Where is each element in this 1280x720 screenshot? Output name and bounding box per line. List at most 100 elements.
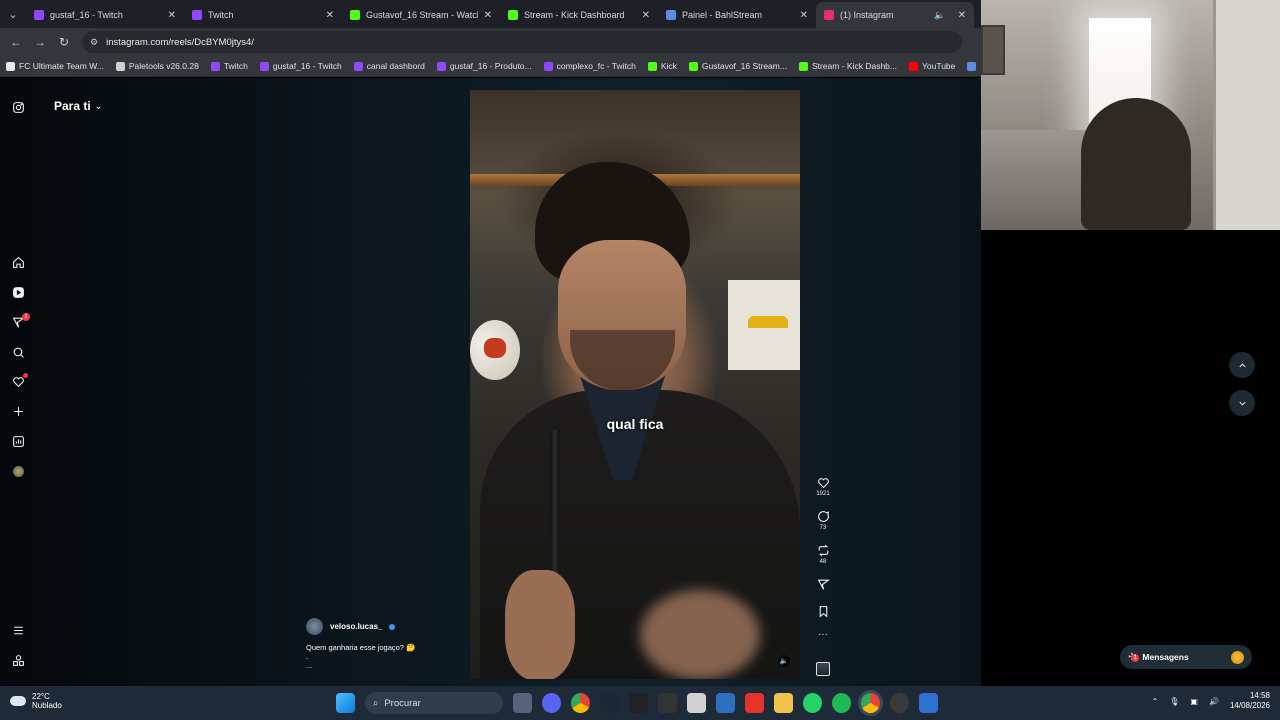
microphone-icon[interactable]: 🎙 <box>1169 697 1179 706</box>
direct-messages-icon[interactable]: 1 <box>11 313 30 330</box>
back-arrow-icon[interactable]: ← <box>6 32 26 52</box>
chrome-icon[interactable] <box>571 693 590 713</box>
close-tab-icon[interactable]: ✕ <box>958 10 966 21</box>
audio-thumbnail[interactable] <box>816 662 830 676</box>
tab-audio-icon[interactable]: 🔈 <box>934 10 945 21</box>
site-info-icon[interactable]: ⚙ <box>90 37 98 48</box>
browser-tab[interactable]: Twitch ✕ <box>184 2 342 28</box>
notification-dot <box>23 373 28 378</box>
dashboard-icon[interactable] <box>11 434 26 449</box>
bookmark-favicon-icon <box>543 61 553 71</box>
repost-button[interactable]: 48 <box>812 544 834 565</box>
tab-title: Gustavof_16 Stream - Watch Li <box>366 10 478 20</box>
mute-icon[interactable]: 🔈 <box>778 655 790 667</box>
weather-widget[interactable]: 22°C Nublado <box>10 692 62 710</box>
more-options-icon[interactable]: ··· <box>812 630 834 640</box>
epic-games-icon[interactable] <box>658 693 677 713</box>
messages-label: Mensagens <box>1142 652 1189 662</box>
bookmark-item[interactable]: Kick <box>647 61 677 71</box>
chevron-up-icon <box>1238 362 1246 367</box>
browser-tab[interactable]: Painel - BahlStream ✕ <box>658 2 816 28</box>
meta-apps-icon[interactable] <box>11 653 26 668</box>
messages-button[interactable]: ✈1 Mensagens <box>1120 645 1252 669</box>
bookmark-item[interactable]: gustaf_16 - Produto... <box>436 61 532 71</box>
author-name[interactable]: veloso.lucas_ <box>330 622 382 631</box>
volume-icon[interactable]: 🔊 <box>1209 697 1219 706</box>
menu-hamburger-icon[interactable] <box>11 623 26 638</box>
tab-strip: ⌄ gustaf_16 - Twitch ✕ Twitch ✕ Gustavof_16 … <box>0 0 981 28</box>
video-trophy <box>728 280 800 370</box>
bookmark-item[interactable]: Stream - Kick Dashb... <box>798 61 897 71</box>
bookmark-item[interactable]: canal dashbord <box>353 61 425 71</box>
comment-icon <box>817 511 829 522</box>
search-icon[interactable] <box>11 345 26 360</box>
bookmark-item[interactable]: YouTube <box>908 61 955 71</box>
home-icon[interactable] <box>11 255 26 270</box>
bookmark-favicon-icon <box>647 61 657 71</box>
profile-avatar[interactable] <box>11 464 26 479</box>
browser-tab[interactable]: Stream - Kick Dashboard ✕ <box>500 2 658 28</box>
create-plus-icon[interactable] <box>11 404 26 419</box>
whatsapp-icon[interactable] <box>803 693 822 713</box>
file-explorer-icon[interactable] <box>774 693 793 713</box>
verified-icon <box>389 623 396 630</box>
browser-tab[interactable]: Gustavof_16 Stream - Watch Li ✕ <box>342 2 500 28</box>
network-icon[interactable]: ▣ <box>1190 697 1198 706</box>
address-bar[interactable]: ⚙ instagram.com/reels/DcBYM0jtys4/ <box>82 31 962 53</box>
store-icon[interactable] <box>716 693 735 713</box>
streamlabs-icon[interactable] <box>629 693 648 713</box>
bookmark-item[interactable]: complexo_fc - Twitch <box>543 61 636 71</box>
comment-count: 73 <box>819 525 827 531</box>
clock[interactable]: 14:58 14/08/2026 <box>1230 691 1270 711</box>
obs-icon[interactable] <box>890 693 909 713</box>
reels-icon[interactable] <box>11 285 26 300</box>
windows-start-icon[interactable] <box>336 693 355 713</box>
screen: ⌄ gustaf_16 - Twitch ✕ Twitch ✕ Gustavof_16 … <box>0 0 1280 720</box>
webcam-shelf <box>1213 0 1280 230</box>
close-tab-icon[interactable]: ✕ <box>642 10 650 21</box>
taskbar-search[interactable]: ⌕ Procurar <box>365 692 503 714</box>
browser-tab[interactable]: (1) Instagram 🔈 ✕ <box>816 2 974 28</box>
comment-button[interactable]: 73 <box>812 510 834 531</box>
bookmark-favicon-icon <box>908 61 918 71</box>
save-button[interactable] <box>812 605 834 620</box>
chrome-active-icon[interactable] <box>861 693 880 713</box>
close-tab-icon[interactable]: ✕ <box>326 10 334 21</box>
bookmark-item[interactable]: Twitch <box>210 61 248 71</box>
reload-icon[interactable]: ↻ <box>54 32 74 52</box>
tray-overflow-icon[interactable]: ⌃ <box>1152 697 1159 706</box>
wall-picture <box>981 25 1005 75</box>
like-button[interactable]: 1921 <box>812 476 834 497</box>
instagram-logo-icon[interactable] <box>11 100 26 115</box>
bookmark-item[interactable]: Painel - Bahl <box>967 61 981 71</box>
discord-icon[interactable] <box>542 693 561 713</box>
task-view-icon[interactable] <box>513 693 532 713</box>
bookmark-item[interactable]: gustaf_16 - Twitch <box>259 61 342 71</box>
bookmark-item[interactable]: FC Ultimate Team W... <box>6 61 104 71</box>
bookmark-favicon-icon <box>798 61 808 71</box>
reel-description[interactable]: Quem ganharia esse jogaço? 🤔 . ... <box>306 643 415 670</box>
close-tab-icon[interactable]: ✕ <box>800 10 808 21</box>
spotify-icon[interactable] <box>832 693 851 713</box>
description-more[interactable]: ... <box>306 661 415 670</box>
forward-arrow-icon[interactable]: → <box>30 32 50 52</box>
reel-author[interactable]: veloso.lucas_ <box>306 618 396 635</box>
previous-reel-button[interactable] <box>1229 352 1255 378</box>
bookmark-item[interactable]: Paletools v26.0.28 <box>115 61 199 71</box>
close-tab-icon[interactable]: ✕ <box>168 10 176 21</box>
reel-video[interactable]: qual fica 🔈 <box>470 90 800 679</box>
share-button[interactable] <box>812 578 834 593</box>
tab-search-chevron-icon[interactable]: ⌄ <box>0 0 26 28</box>
next-reel-button[interactable] <box>1229 390 1255 416</box>
editor-app-icon[interactable] <box>687 693 706 713</box>
bookmark-item[interactable]: Gustavof_16 Stream... <box>688 61 787 71</box>
bahlstream-icon[interactable] <box>919 693 938 713</box>
author-avatar[interactable] <box>306 618 323 635</box>
feed-selector[interactable]: Para ti ⌄ <box>54 99 102 113</box>
browser-tab[interactable]: gustaf_16 - Twitch ✕ <box>26 2 184 28</box>
close-tab-icon[interactable]: ✕ <box>484 10 492 21</box>
feed-title: Para ti <box>54 99 91 113</box>
anydesk-icon[interactable] <box>745 693 764 713</box>
steam-icon[interactable] <box>600 693 619 713</box>
notifications-heart-icon[interactable] <box>11 373 28 389</box>
